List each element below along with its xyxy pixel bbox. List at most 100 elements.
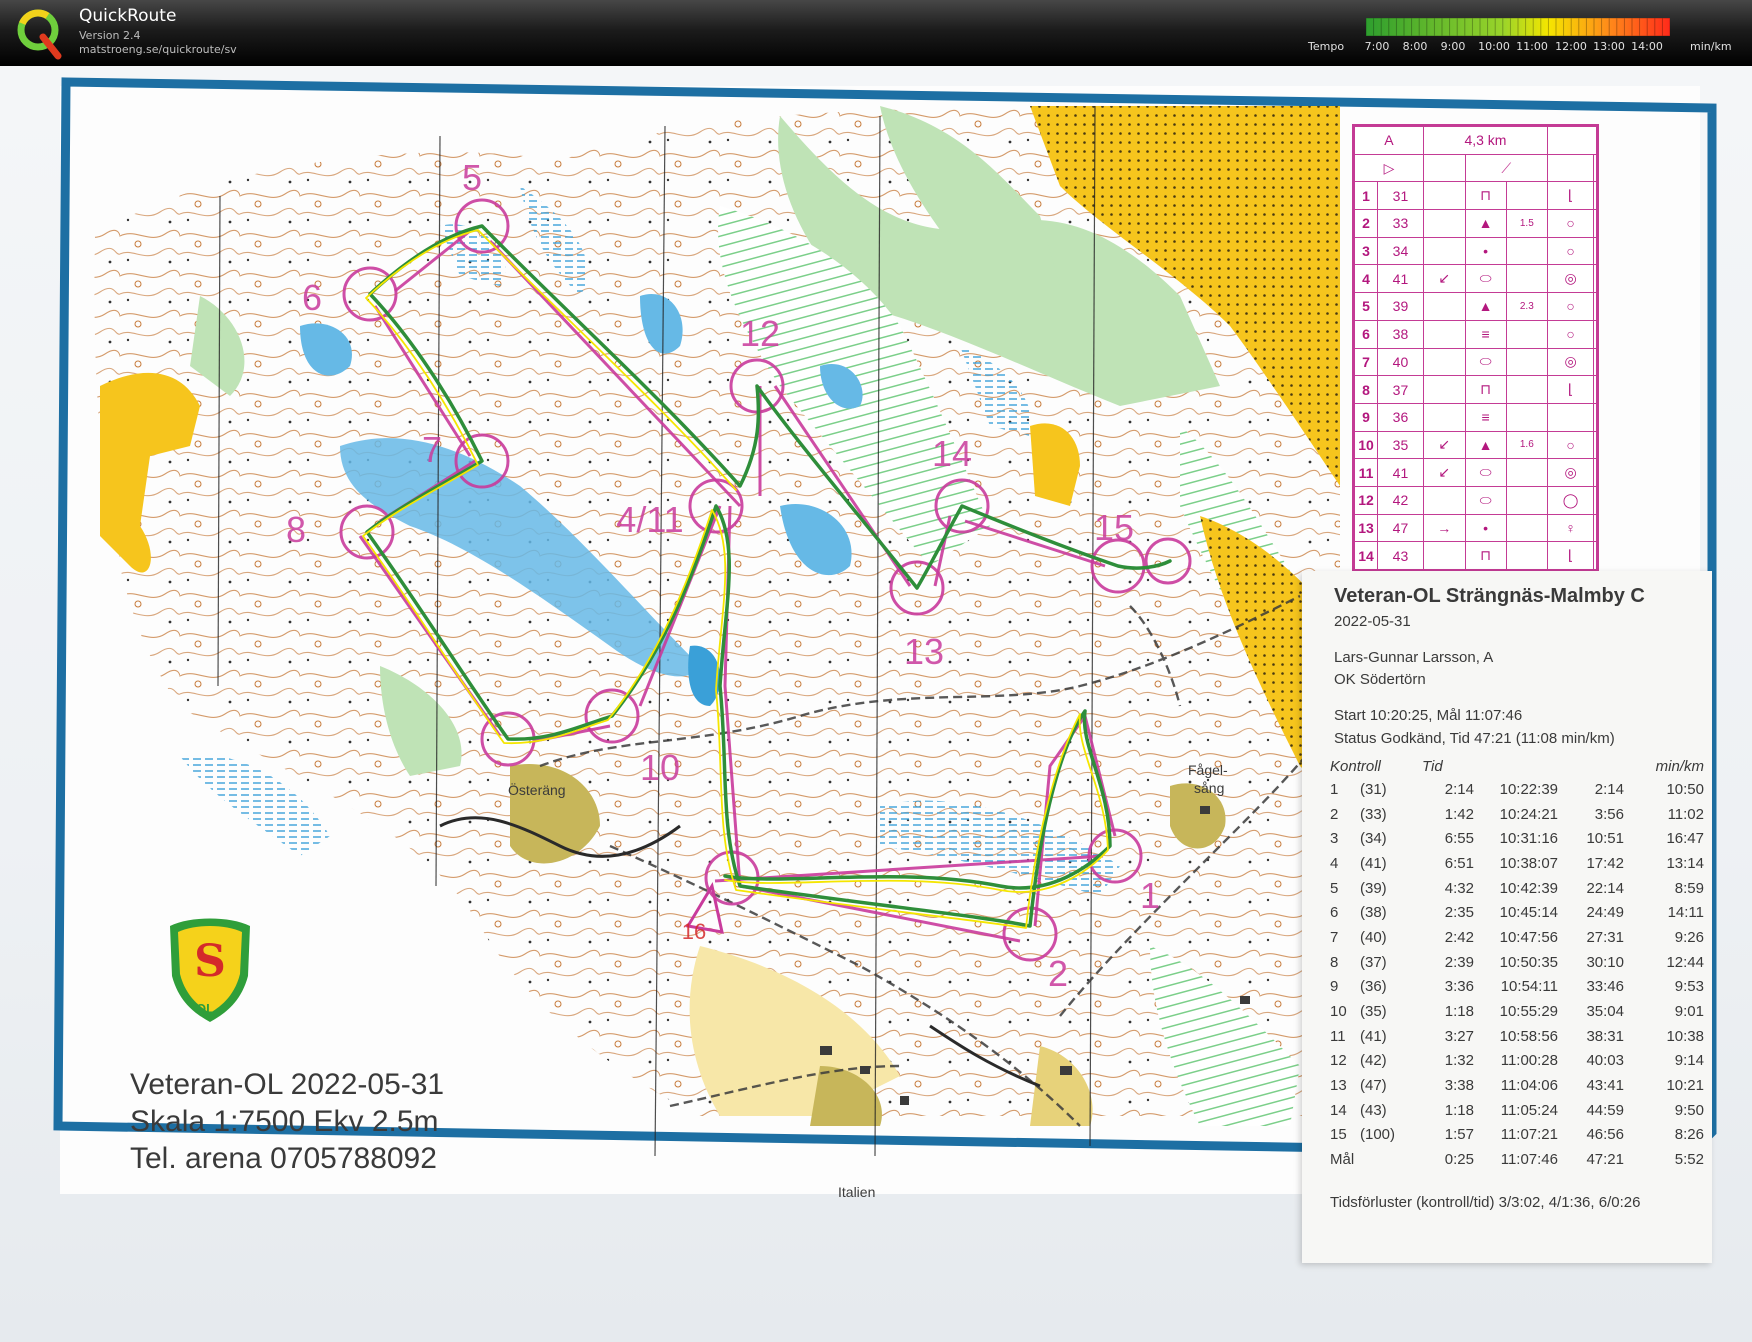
descr-num: 12 [1354,485,1378,515]
split-control-num: 5 [1330,879,1339,897]
split-leg-time: 4:32 [1444,879,1474,897]
control-description-sheet: A 4,3 km ▷ ⟋ 1 31 ⊓ ⌊ 2 33 ▲ 1.5 ○ 3 34 • ○ 4 41 ↙ ⬭ ◎ 5… [1352,124,1599,572]
receipt-date: 2022-05-31 [1334,613,1411,630]
descr-code: 43 [1377,541,1424,570]
place-name: Österäng [508,782,566,798]
place-name: Italien [838,1184,876,1200]
control-label: 2 [1047,953,1069,994]
control-label: 16 [681,919,707,944]
split-leg-time: 0:25 [1444,1151,1474,1169]
descr-num: 3 [1354,236,1378,266]
split-control-code: (42) [1360,1052,1387,1070]
control-label: 10 [639,747,681,788]
split-control-num: 13 [1330,1077,1347,1095]
split-clock-time: 10:50:35 [1499,953,1558,971]
descr-code: 38 [1377,319,1424,349]
split-control-code: (43) [1360,1101,1387,1119]
descr-code: 34 [1377,236,1424,266]
split-total-time: 43:41 [1586,1077,1624,1095]
control-label: 4/11 [616,499,684,540]
control-label: 5 [461,157,483,198]
receipt-runner: Lars-Gunnar Larsson, A [1334,649,1494,666]
split-total-time: 33:46 [1586,978,1624,996]
split-total-time: 35:04 [1586,1003,1624,1021]
descr-code: 41 [1377,264,1424,294]
split-leg-time: 6:55 [1444,830,1474,848]
split-leg-time: 6:51 [1444,854,1474,872]
split-clock-time: 11:04:06 [1500,1077,1558,1095]
receipt-title: Veteran-OL Strängnäs-Malmby C [1334,585,1645,607]
split-clock-time: 11:05:24 [1500,1101,1558,1119]
tempo-tick: 8:00 [1402,40,1428,53]
descr-extra: 2.3 [1505,292,1548,321]
split-control-code: (39) [1360,879,1387,897]
split-row: 5 (39) 4:32 10:42:39 22:14 8:59 [1330,876,1704,901]
split-pace: 10:21 [1666,1077,1704,1095]
descr-length: 4,3 km [1422,126,1548,155]
split-pace: 11:02 [1667,805,1704,823]
split-control-code: (100) [1360,1126,1396,1144]
col-header: Tid [1422,757,1443,775]
descr-extra [1505,513,1548,543]
descr-num: 7 [1354,347,1378,377]
descr-extra: 1.6 [1505,430,1548,460]
tempo-tick: 14:00 [1631,40,1663,53]
split-control-num: 4 [1330,854,1339,872]
split-control-num: 2 [1330,805,1339,823]
descr-extra [1505,347,1548,377]
split-row: 7 (40) 2:42 10:47:56 27:31 9:26 [1330,925,1704,950]
split-control-num: 6 [1330,904,1339,922]
descr-code: 42 [1377,485,1424,515]
split-control-num: 12 [1330,1052,1347,1070]
split-pace: 8:26 [1674,1126,1704,1144]
split-pace: 9:50 [1674,1101,1704,1119]
col-header: Kontroll [1330,757,1381,775]
split-control-num: 8 [1330,953,1339,971]
split-total-time: 27:31 [1586,928,1624,946]
map-canvas[interactable]: S OL 5 6 7 8 12 4/11 14 15 13 10 1 2 16 … [0,66,1752,1342]
descr-num: 14 [1354,541,1378,570]
tempo-tick: 7:00 [1364,40,1390,53]
split-total-time: 24:49 [1586,904,1624,922]
split-leg-time: 1:18 [1444,1003,1474,1021]
map-info-text: Veteran-OL 2022-05-31 Skala 1:7500 Ekv 2… [130,1066,444,1177]
quickroute-logo-icon [17,9,62,60]
split-control-code [1360,1147,1422,1172]
split-leg-time: 2:42 [1444,928,1474,946]
descr-extra [1505,458,1548,487]
split-control-num: 9 [1330,978,1339,996]
place-name: sång [1194,780,1225,796]
split-clock-time: 10:47:56 [1499,928,1558,946]
descr-code: 35 [1377,430,1424,460]
split-pace: 5:52 [1674,1151,1704,1169]
split-total-time: 10:51 [1586,830,1624,848]
descr-num: 2 [1354,209,1378,238]
split-total-time: 22:14 [1586,879,1624,897]
descr-code: 37 [1377,375,1424,404]
split-control-num: 11 [1330,1027,1346,1045]
split-pace: 10:50 [1666,780,1704,798]
split-pace: 8:59 [1674,879,1704,897]
split-control-code: (35) [1360,1003,1387,1021]
split-clock-time: 11:07:21 [1500,1126,1558,1144]
receipt-club: OK Södertörn [1334,671,1426,688]
split-control-code: (41) [1360,1027,1387,1045]
split-leg-time: 1:32 [1444,1052,1474,1070]
tempo-tick: 10:00 [1478,40,1510,53]
splits-header-row: Kontroll Tid min/km [1330,755,1704,777]
split-row: 10 (35) 1:18 10:55:29 35:04 9:01 [1330,999,1704,1024]
split-leg-time: 3:38 [1444,1077,1474,1095]
descr-extra [1505,236,1548,266]
descr-extra [1505,264,1548,294]
split-control-code: (47) [1360,1077,1387,1095]
place-name: Fågel- [1188,762,1228,778]
control-label: 7 [421,429,443,470]
split-row: 13 (47) 3:38 11:04:06 43:41 10:21 [1330,1073,1704,1098]
svg-text:S: S [194,936,226,987]
split-total-time: 30:10 [1586,953,1624,971]
split-pace: 13:14 [1666,854,1704,872]
app-url-link[interactable]: matstroeng.se/quickroute/sv [79,43,237,56]
control-label: 1 [1139,875,1161,916]
split-leg-time: 1:57 [1444,1126,1474,1144]
split-control-code: (38) [1360,904,1387,922]
